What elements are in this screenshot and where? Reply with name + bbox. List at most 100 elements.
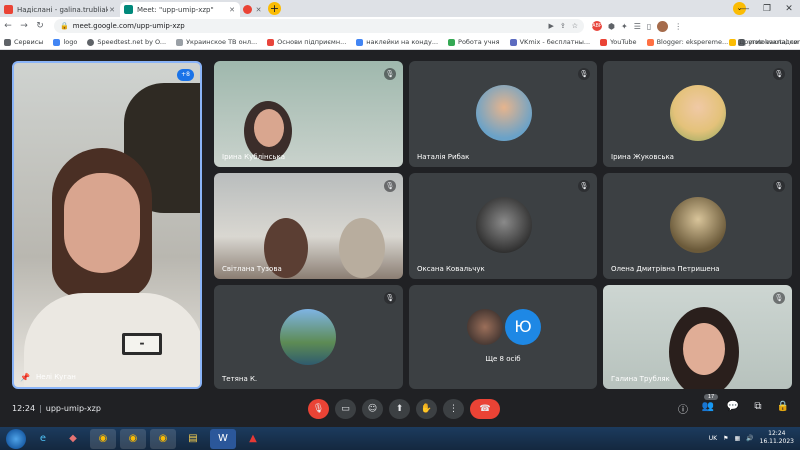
participant-tile[interactable]: 🎙 Тетяна К. [214, 285, 403, 389]
lock-icon[interactable]: 🔒 [60, 22, 69, 30]
activities-icon[interactable]: ⧉ [751, 401, 765, 416]
participant-tile[interactable]: 🎙 Світлана Тузова [214, 173, 403, 279]
participant-avatar [670, 197, 726, 253]
tab-meet[interactable]: Meet: "upp-umip-xzp" ✕ [120, 2, 240, 17]
participant-tile[interactable]: 🎙 Наталія Рибак [409, 61, 597, 167]
call-controls: 🎙 ▭ ☺ ⬆ ✋ ⋮ ☎ [308, 399, 500, 419]
clock[interactable]: 12:24 16.11.2023 [760, 430, 794, 446]
classroom-icon [448, 38, 456, 46]
mic-off-icon: 🎙 [384, 292, 396, 304]
mic-off-icon: 🎙 [773, 292, 785, 304]
leave-call-button[interactable]: ☎ [470, 399, 500, 419]
network-icon[interactable]: ▦ [734, 435, 740, 442]
face-shape [64, 173, 140, 273]
chrome-icon[interactable]: ◉ [120, 428, 146, 449]
emoji-button[interactable]: ☺ [362, 399, 383, 419]
other-bookmarks[interactable]: Другие закладки [729, 38, 798, 46]
shield-icon[interactable]: ⬢ [608, 22, 615, 31]
bookmark-item[interactable]: Украинское ТВ онл... [176, 38, 257, 46]
new-tab-button[interactable]: + [268, 2, 281, 15]
back-icon[interactable]: ← [0, 21, 16, 31]
bookmark-item[interactable]: Основи підприємн... [267, 38, 346, 46]
start-button[interactable] [6, 428, 26, 449]
camera-button[interactable]: ▭ [335, 399, 356, 419]
clock-time: 12:24 [768, 430, 786, 437]
info-icon[interactable]: ⓘ [676, 401, 690, 416]
chrome-icon[interactable]: ◉ [90, 428, 116, 449]
language-indicator[interactable]: UK [709, 435, 717, 442]
chat-icon[interactable]: 💬 [726, 401, 740, 416]
close-window-icon[interactable]: ✕ [778, 4, 800, 14]
more-options-button[interactable]: ⋮ [443, 399, 464, 419]
extensions-area: ABP ⬢ ✦ ☰ ▯ ⋮ [592, 20, 682, 32]
share-icon[interactable]: ⇪ [560, 22, 566, 30]
ie-icon[interactable]: e [30, 429, 56, 449]
participant-name: Нелі Куган [36, 373, 76, 381]
profile-avatar[interactable] [657, 20, 669, 32]
participant-tile[interactable]: 🎙 Оксана Ковальчук [409, 173, 597, 279]
meet-grid: ▬ +8 📌 Нелі Куган 🎙 Ірина Кублінська 🎙 Н… [0, 51, 800, 423]
chrome-icon[interactable]: ◉ [150, 428, 176, 449]
separator: | [39, 404, 42, 413]
participant-tile[interactable]: 🎙 Ірина Жуковська [603, 61, 792, 167]
blogger-icon [646, 38, 654, 46]
participant-avatar [280, 309, 336, 365]
explorer-icon[interactable]: ▤ [180, 429, 206, 449]
bookmark-item[interactable]: logo [53, 38, 77, 46]
participant-avatar [476, 85, 532, 141]
bookmark-item[interactable]: Сервисы [4, 38, 43, 46]
folder-icon[interactable]: ◆ [60, 429, 86, 449]
more-participants-tile[interactable]: Ю Ще 8 осіб [409, 285, 597, 389]
puzzle-icon[interactable]: ✦ [621, 22, 628, 31]
maximize-icon[interactable]: ❐ [756, 4, 778, 14]
bookmark-item[interactable]: Blogger: eksperemе... [646, 38, 728, 46]
volume-icon[interactable]: 🔊 [746, 435, 753, 442]
more-participants-label: Ще 8 осіб [485, 355, 521, 363]
pin-icon[interactable]: 📌 [20, 373, 30, 382]
bookmark-item[interactable]: Робота учня [448, 38, 500, 46]
raise-hand-button[interactable]: ✋ [416, 399, 437, 419]
camera-icon[interactable]: ▶ [548, 22, 553, 30]
sidebar-icon[interactable]: ▯ [647, 22, 651, 31]
reading-list-icon[interactable]: ☰ [634, 22, 641, 31]
reload-icon[interactable]: ↻ [32, 21, 48, 31]
participant-avatar [476, 197, 532, 253]
mic-off-button[interactable]: 🎙 [308, 399, 329, 419]
participant-tile[interactable]: 🎙 Олена Дмитрівна Петришена [603, 173, 792, 279]
participant-name: Оксана Ковальчук [417, 265, 485, 273]
bookmark-item[interactable]: YouTube [600, 38, 637, 46]
participant-avatar [467, 309, 503, 345]
star-icon[interactable]: ☆ [572, 22, 578, 30]
youtube-icon [600, 38, 608, 46]
participant-tile[interactable]: 🎙 Галина Трубляк [603, 285, 792, 389]
bookmark-item[interactable]: Speedtest.net by O... [87, 38, 166, 46]
participant-face [683, 323, 725, 375]
present-button[interactable]: ⬆ [389, 399, 410, 419]
participant-count-badge: 17 [704, 394, 718, 400]
adblock-icon[interactable]: ABP [592, 21, 602, 31]
google-icon [356, 38, 364, 46]
close-icon[interactable]: ✕ [228, 6, 236, 14]
forward-icon[interactable]: → [16, 21, 32, 31]
browser-toolbar: ← → ↻ 🔒 meet.google.com/upp-umip-xzp ▶ ⇪… [0, 17, 800, 35]
participant-video [339, 218, 385, 278]
menu-icon[interactable]: ⋮ [674, 22, 682, 31]
tab-recording[interactable]: ✕ [240, 2, 264, 17]
host-controls-icon[interactable]: 🔒 [776, 401, 790, 416]
tab-gmail[interactable]: Надіслані - galina.trubliak@gmail ✕ [0, 2, 120, 17]
participant-name: Ірина Жуковська [611, 153, 674, 161]
flag-icon[interactable]: ⚑ [723, 435, 728, 442]
window-controls: — ❐ ✕ [734, 0, 800, 17]
minimize-icon[interactable]: — [734, 4, 756, 14]
address-bar[interactable]: 🔒 meet.google.com/upp-umip-xzp ▶ ⇪ ☆ [54, 19, 584, 33]
bookmark-item[interactable]: наклейки на конду... [356, 38, 438, 46]
participant-name: Ірина Кублінська [222, 153, 286, 161]
close-icon[interactable]: ✕ [108, 6, 116, 14]
close-icon[interactable]: ✕ [256, 6, 262, 14]
word-icon[interactable]: W [210, 428, 236, 449]
pdf-icon[interactable]: ▲ [240, 429, 266, 449]
bookmark-item[interactable]: VKmix - бесплатны... [509, 38, 590, 46]
participant-tile[interactable]: 🎙 Ірина Кублінська [214, 61, 403, 167]
main-speaker-tile[interactable]: ▬ +8 📌 Нелі Куган [12, 61, 202, 389]
people-icon[interactable]: 👥 17 [701, 394, 718, 416]
